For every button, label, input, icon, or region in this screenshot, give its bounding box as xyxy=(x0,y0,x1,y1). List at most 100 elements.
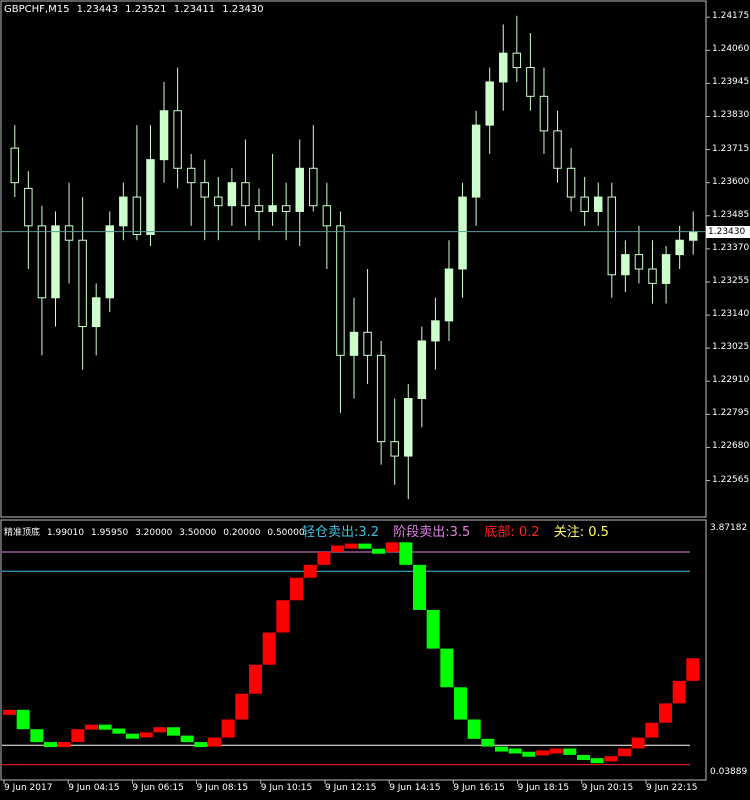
indicator-bar xyxy=(98,724,112,730)
indicator-bar xyxy=(631,737,645,749)
indicator-bar xyxy=(194,742,208,748)
candle-body xyxy=(458,196,467,270)
candle-body xyxy=(444,268,454,322)
price-tick-label: 1.23945 xyxy=(712,77,750,88)
indicator-bar xyxy=(385,542,399,552)
legend-light-sell: 轻仓卖出:3.2 xyxy=(302,525,380,540)
indicator-bar xyxy=(481,738,495,747)
price-tick-label: 1.23600 xyxy=(712,176,750,187)
candle-body xyxy=(594,196,603,212)
indicator-bar xyxy=(645,722,659,738)
price-candles[interactable] xyxy=(1,15,710,500)
candle-body xyxy=(526,67,535,97)
candle-body xyxy=(607,196,617,276)
indicator-bar xyxy=(71,729,85,743)
indicator-bar xyxy=(180,735,194,743)
indicator-bar xyxy=(30,729,44,743)
indicator-frame xyxy=(0,519,707,781)
indicator-bar xyxy=(686,658,700,681)
candle-body xyxy=(322,205,332,227)
indicator-axis-top: 3.87182 xyxy=(710,523,748,533)
indicator-bar xyxy=(167,727,180,736)
indicator-bar xyxy=(372,548,385,554)
ohlc-open: 1.23443 xyxy=(76,4,118,15)
candle-body xyxy=(78,239,87,328)
candle-body xyxy=(186,167,196,184)
indicator-bar xyxy=(153,727,167,733)
time-tick-label: 9 Jun 18:15 xyxy=(517,783,570,793)
indicator-bar xyxy=(454,687,467,720)
price-tick-label: 1.22795 xyxy=(712,408,750,419)
indicator-bar xyxy=(44,742,57,748)
indicator-bar xyxy=(495,746,508,752)
chart-canvas xyxy=(0,0,710,784)
price-tick-label: 1.22565 xyxy=(712,474,750,485)
indicator-bar xyxy=(57,742,71,748)
candle-body xyxy=(485,81,494,126)
indicator-name: 精准顶底 xyxy=(4,528,41,538)
time-tick-label: 9 Jun 12:15 xyxy=(325,783,377,793)
candle-body xyxy=(10,147,20,184)
candle-body xyxy=(553,130,562,169)
indicator-bar xyxy=(672,680,686,704)
price-tick-label: 1.24175 xyxy=(712,11,750,22)
candle-body xyxy=(634,254,644,270)
candle-body xyxy=(580,196,589,212)
indicator-bar xyxy=(426,609,440,649)
indicator-bar xyxy=(590,758,604,764)
symbol-label: GBPCHF,M15 xyxy=(4,4,70,15)
price-tick-label: 1.23485 xyxy=(712,209,750,220)
candle-body xyxy=(200,182,209,198)
candle-body xyxy=(512,52,522,69)
indicator-bar xyxy=(112,728,126,734)
candle-body xyxy=(159,110,169,161)
price-tick-label: 1.22910 xyxy=(712,375,750,386)
indicator-axis-bottom: 0.03889 xyxy=(710,767,748,777)
indicator-bar xyxy=(440,648,454,688)
candle-body xyxy=(268,205,277,212)
price-tick-label: 1.23140 xyxy=(712,309,750,320)
legend-bottom: 底部: 0.2 xyxy=(484,525,540,540)
candle-body xyxy=(376,354,386,443)
indicator-bar xyxy=(16,709,30,730)
candle-body xyxy=(254,205,264,212)
ohlc-close: 1.23430 xyxy=(222,4,264,15)
indicator-bar xyxy=(577,754,590,760)
candle-body xyxy=(105,225,114,299)
candle-body xyxy=(336,225,345,356)
indicator-bar xyxy=(508,748,522,754)
time-tick-label: 9 Jun 04:15 xyxy=(68,783,120,793)
candle-body xyxy=(132,196,142,235)
indicator-param: 1.99010 xyxy=(46,528,85,538)
indicator-bar xyxy=(290,577,303,601)
candle-body xyxy=(648,268,657,284)
indicator-bar xyxy=(317,551,331,565)
candle-body xyxy=(431,320,440,342)
candle-body xyxy=(566,167,576,198)
candle-body xyxy=(51,225,60,299)
indicator-bar xyxy=(331,545,344,552)
candle-body xyxy=(471,124,481,198)
indicator-bar xyxy=(413,564,426,610)
indicator-bar xyxy=(659,703,672,723)
indicator-bar xyxy=(358,543,372,549)
indicator-param: 1.95950 xyxy=(90,528,129,538)
indicator-param: 0.50000 xyxy=(267,528,305,538)
candle-body xyxy=(675,239,684,256)
time-tick-label: 9 Jun 2017 xyxy=(4,783,53,793)
candle-body xyxy=(24,187,33,227)
indicator-bars[interactable] xyxy=(2,542,700,784)
time-tick-label: 9 Jun 14:15 xyxy=(389,783,441,793)
indicator-legend: 轻仓卖出:3.2 阶段卖出:3.5 底部: 0.2 关注: 0.5 xyxy=(302,521,619,540)
candle-body xyxy=(688,231,698,241)
indicator-bar xyxy=(139,732,153,738)
indicator-bar xyxy=(303,564,317,578)
candle-body xyxy=(295,167,304,212)
candle-body xyxy=(349,331,359,356)
candle-body xyxy=(499,52,508,83)
indicator-bar xyxy=(262,632,276,665)
price-tick-label: 1.22680 xyxy=(712,441,750,452)
indicator-bar xyxy=(399,542,413,565)
indicator-bar xyxy=(549,748,563,754)
candle-body xyxy=(64,225,74,241)
